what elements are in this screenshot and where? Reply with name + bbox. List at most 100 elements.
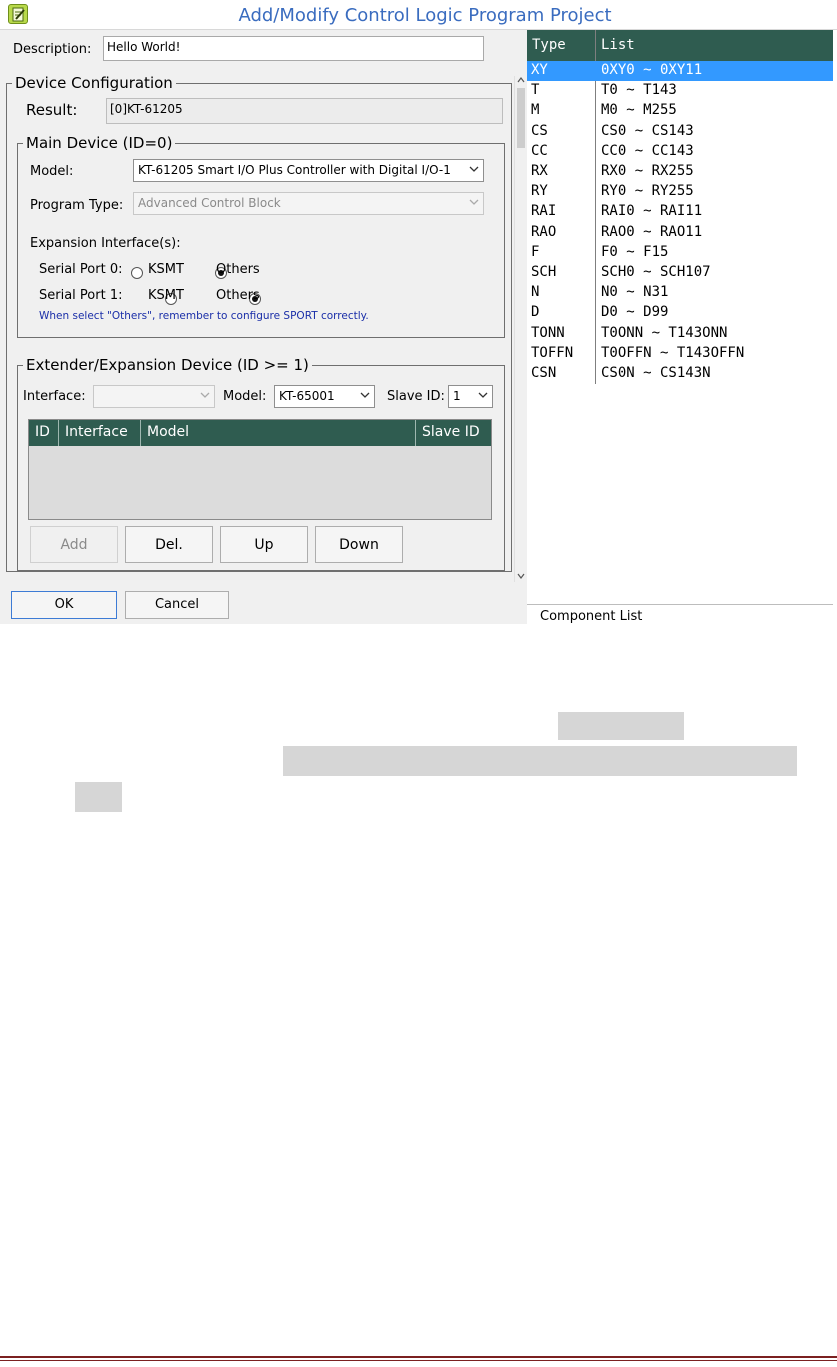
component-range: F0 ~ F15: [601, 243, 669, 260]
serial-port-0-others-label[interactable]: Others: [216, 262, 260, 277]
highlight-block: [75, 782, 122, 812]
component-type: CS: [531, 122, 548, 139]
component-row[interactable]: RX RX0 ~ RX255: [527, 162, 833, 182]
component-type: TOFFN: [531, 344, 574, 361]
component-type: RAO: [531, 223, 557, 240]
component-range: CS0N ~ CS143N: [601, 365, 711, 381]
interface-label: Interface:: [23, 389, 86, 404]
component-list-panel: Type List XY 0XY0 ~ 0XY11 T T0 ~ T143 M M0 ~ …: [527, 30, 833, 624]
component-range: 0XY0 ~ 0XY11: [601, 62, 703, 78]
extender-table[interactable]: ID Interface Model Slave ID: [28, 419, 492, 520]
component-type: RX: [531, 163, 548, 179]
serial-port-1-ksmt-label[interactable]: KSMT: [148, 288, 184, 303]
component-row[interactable]: SCH SCH0 ~ SCH107: [527, 263, 833, 283]
serial-port-1-others-label[interactable]: Others: [216, 288, 260, 303]
slave-id-select[interactable]: 1: [448, 385, 493, 408]
chevron-down-icon: [469, 166, 479, 172]
window-title: Add/Modify Control Logic Program Project: [238, 5, 612, 26]
component-row[interactable]: CS CS0 ~ CS143: [527, 122, 833, 142]
ok-button[interactable]: OK: [11, 591, 117, 619]
component-row[interactable]: D D0 ~ D99: [527, 303, 833, 323]
component-row[interactable]: T T0 ~ T143: [527, 81, 833, 101]
component-type: TONN: [531, 324, 565, 341]
component-type: D: [531, 304, 540, 321]
project-settings-panel: Description: Hello World! Device Configu…: [0, 30, 527, 624]
component-row[interactable]: CSN CS0N ~ CS143N: [527, 364, 833, 384]
serial-port-1-label: Serial Port 1:: [39, 288, 123, 303]
highlight-block: [283, 746, 797, 776]
expansion-interfaces-label: Expansion Interface(s):: [30, 236, 181, 251]
extender-table-header: ID Interface Model Slave ID: [29, 420, 491, 446]
component-type: F: [531, 243, 540, 260]
scroll-down-icon[interactable]: [517, 572, 525, 580]
component-row[interactable]: N N0 ~ N31: [527, 283, 833, 303]
slave-id-label: Slave ID:: [387, 389, 445, 404]
result-label: Result:: [26, 101, 78, 119]
extender-legend: Extender/Expansion Device (ID >= 1): [26, 356, 309, 374]
component-row[interactable]: TOFFN T0OFFN ~ T143OFFN: [527, 344, 833, 364]
component-type: RY: [531, 183, 548, 200]
component-type: M: [531, 102, 540, 119]
component-range: RAI0 ~ RAI11: [601, 203, 703, 220]
vertical-scrollbar[interactable]: [514, 76, 526, 582]
main-model-value: KT-61205 Smart I/O Plus Controller with …: [138, 163, 451, 177]
component-range: RAO0 ~ RAO11: [601, 223, 703, 240]
component-range: CC0 ~ CC143: [601, 142, 694, 159]
device-configuration-legend: Device Configuration: [15, 74, 173, 92]
component-row[interactable]: RAO RAO0 ~ RAO11: [527, 223, 833, 243]
chevron-down-icon: [478, 392, 488, 398]
scrollbar-thumb[interactable]: [517, 88, 525, 148]
extender-model-value: KT-65001: [279, 389, 335, 403]
component-row[interactable]: RY RY0 ~ RY255: [527, 182, 833, 202]
component-row[interactable]: TONN T0ONN ~ T143ONN: [527, 324, 833, 344]
chevron-down-icon: [469, 199, 479, 205]
column-header-list[interactable]: List: [601, 30, 635, 61]
description-input[interactable]: Hello World!: [103, 36, 484, 61]
up-button[interactable]: Up: [220, 526, 308, 563]
serial-port-0-label: Serial Port 0:: [39, 262, 123, 277]
interface-select: [93, 385, 215, 408]
component-range: CS0 ~ CS143: [601, 122, 694, 139]
component-list-header: Type List: [527, 30, 833, 61]
cancel-button[interactable]: Cancel: [125, 591, 229, 619]
component-type: N: [531, 284, 540, 301]
component-range: T0 ~ T143: [601, 82, 677, 99]
column-header-id[interactable]: ID: [29, 420, 59, 446]
extender-model-select[interactable]: KT-65001: [274, 385, 375, 408]
component-list-label: Component List: [540, 609, 643, 624]
main-model-select[interactable]: KT-61205 Smart I/O Plus Controller with …: [133, 159, 484, 182]
slave-id-value: 1: [453, 389, 461, 403]
column-header-slave-id[interactable]: Slave ID: [416, 420, 491, 446]
extender-model-label: Model:: [223, 389, 267, 404]
column-header-interface[interactable]: Interface: [59, 420, 141, 446]
component-range: RX0 ~ RX255: [601, 163, 694, 179]
component-row[interactable]: M M0 ~ M255: [527, 101, 833, 121]
serial-port-0-ksmt-label[interactable]: KSMT: [148, 262, 184, 277]
page-footer-rule: [0, 1356, 837, 1358]
program-type-label: Program Type:: [30, 198, 124, 213]
add-button[interactable]: Add: [30, 526, 118, 563]
scroll-up-icon[interactable]: [517, 76, 525, 84]
down-button[interactable]: Down: [315, 526, 403, 563]
component-row[interactable]: CC CC0 ~ CC143: [527, 142, 833, 162]
description-label: Description:: [13, 42, 92, 57]
title-bar: Add/Modify Control Logic Program Project: [0, 0, 837, 30]
component-range: D0 ~ D99: [601, 304, 669, 321]
component-type: T: [531, 82, 540, 99]
component-range: RY0 ~ RY255: [601, 183, 694, 200]
component-range: M0 ~ M255: [601, 102, 677, 119]
component-type: CSN: [531, 365, 557, 381]
column-header-model[interactable]: Model: [141, 420, 416, 446]
component-row[interactable]: F F0 ~ F15: [527, 243, 833, 263]
component-row[interactable]: XY 0XY0 ~ 0XY11: [527, 61, 833, 81]
serial-port-0-ksmt-radio[interactable]: [131, 267, 143, 279]
serial-port-note: When select "Others", remember to config…: [39, 310, 369, 322]
component-type: RAI: [531, 203, 557, 220]
delete-button[interactable]: Del.: [125, 526, 213, 563]
extender-table-body: [29, 446, 491, 519]
component-type: SCH: [531, 264, 557, 280]
component-type: CC: [531, 142, 548, 159]
component-row[interactable]: RAI RAI0 ~ RAI11: [527, 202, 833, 222]
model-label: Model:: [30, 164, 74, 179]
column-header-type[interactable]: Type: [532, 30, 566, 61]
